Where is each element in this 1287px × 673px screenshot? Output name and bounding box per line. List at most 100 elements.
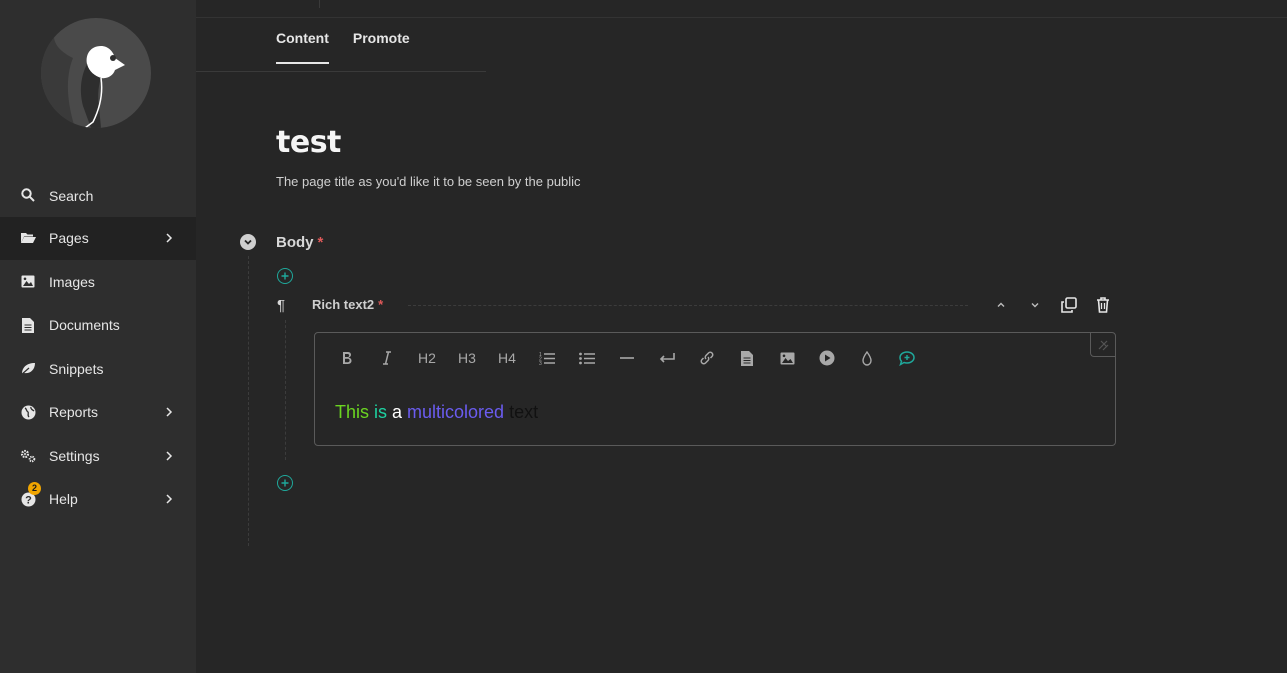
horizontal-rule-icon — [620, 357, 634, 359]
page-title-field[interactable]: test — [276, 125, 341, 160]
sidebar-item-documents[interactable]: Documents — [0, 304, 196, 348]
chevron-up-icon — [997, 302, 1005, 307]
bulleted-list-button[interactable] — [567, 347, 607, 369]
editor-toolbar: H2 H3 H4 123 — [327, 347, 927, 369]
svg-text:?: ? — [25, 494, 32, 506]
plus-icon — [281, 272, 289, 280]
block-header-divider — [408, 305, 968, 306]
folder-open-icon — [20, 230, 36, 246]
italic-icon — [383, 351, 391, 365]
sidebar-item-pages[interactable]: Pages — [0, 216, 196, 260]
body-label-text: Body — [276, 234, 314, 251]
sidebar: Search Pages Images Documents Snippets R… — [0, 0, 196, 673]
chevron-right-icon — [166, 407, 173, 417]
chevron-right-icon — [166, 233, 173, 243]
italic-button[interactable] — [367, 347, 407, 369]
move-down-button[interactable] — [1026, 296, 1044, 314]
document-icon — [741, 350, 753, 366]
text-run-a: a — [387, 402, 408, 422]
bold-icon — [343, 352, 352, 364]
link-button[interactable] — [687, 347, 727, 369]
sidebar-item-label: Snippets — [49, 360, 104, 377]
line-break-button[interactable] — [647, 347, 687, 369]
required-marker: * — [317, 234, 324, 251]
ordered-list-icon: 123 — [539, 352, 555, 365]
document-link-button[interactable] — [727, 347, 767, 369]
header-border — [196, 17, 1287, 18]
play-icon — [819, 350, 835, 366]
editor-corner-handle[interactable] — [1090, 333, 1115, 357]
sidebar-item-label: Help — [49, 491, 78, 508]
heading-4-button[interactable]: H4 — [487, 347, 527, 369]
heading-3-button[interactable]: H3 — [447, 347, 487, 369]
tab-promote[interactable]: Promote — [353, 30, 410, 64]
svg-text:3: 3 — [539, 361, 542, 365]
block-label-text: Rich text2 — [312, 297, 375, 312]
help-badge: 2 — [28, 481, 41, 495]
return-icon — [659, 353, 675, 363]
chevron-right-icon — [166, 494, 173, 504]
text-run-is: is — [369, 402, 388, 422]
color-button[interactable] — [847, 347, 887, 369]
chevron-right-icon — [166, 451, 173, 461]
sidebar-item-help[interactable]: ? 2 Help — [0, 478, 196, 522]
text-run-this: This — [335, 402, 370, 422]
editor-content[interactable]: This is a multicolored text — [335, 402, 538, 423]
sidebar-item-search[interactable]: Search — [0, 173, 196, 217]
delete-block-button[interactable] — [1094, 296, 1112, 314]
plus-icon — [281, 479, 289, 487]
bold-button[interactable] — [327, 347, 367, 369]
collapse-body-button[interactable] — [240, 234, 256, 250]
globe-icon — [20, 404, 36, 420]
chevron-down-icon — [1031, 303, 1039, 308]
heading-2-button[interactable]: H2 — [407, 347, 447, 369]
text-run-text: text — [504, 402, 539, 422]
copy-icon — [1061, 297, 1077, 313]
numbered-list-button[interactable]: 123 — [527, 347, 567, 369]
search-icon — [20, 187, 36, 203]
sidebar-item-reports[interactable]: Reports — [0, 391, 196, 435]
page-title-help-text: The page title as you'd like it to be se… — [276, 174, 581, 189]
unordered-list-icon — [579, 352, 595, 364]
sidebar-item-settings[interactable]: Settings — [0, 434, 196, 478]
add-comment-button[interactable] — [887, 347, 927, 369]
insert-image-button[interactable] — [767, 347, 807, 369]
move-up-button[interactable] — [992, 296, 1010, 314]
cogs-icon — [20, 448, 36, 464]
add-block-button[interactable] — [277, 268, 293, 284]
sidebar-item-label: Settings — [49, 447, 100, 464]
tab-bar: Content Promote — [276, 30, 434, 64]
sidebar-item-snippets[interactable]: Snippets — [0, 347, 196, 391]
wagtail-logo[interactable] — [41, 18, 151, 128]
block-guide-line — [285, 320, 286, 460]
image-icon — [780, 352, 794, 364]
droplet-icon — [862, 350, 872, 366]
insert-media-button[interactable] — [807, 347, 847, 369]
sidebar-item-label: Documents — [49, 317, 120, 334]
header-divider — [319, 0, 320, 8]
link-icon — [700, 351, 714, 365]
rich-text-editor[interactable]: H2 H3 H4 123 This is a multicolored text — [314, 332, 1116, 446]
body-field-label: Body * — [276, 234, 323, 251]
required-marker: * — [378, 297, 384, 312]
text-run-multicolored: multicolored — [407, 402, 505, 422]
tab-bar-border — [196, 71, 486, 72]
add-block-button[interactable] — [277, 475, 293, 491]
trash-icon — [1097, 297, 1109, 313]
chevron-down-icon — [244, 239, 252, 245]
leaf-icon — [20, 361, 36, 377]
main-nav: Search Pages Images Documents Snippets R… — [0, 173, 196, 521]
horizontal-line-button[interactable] — [607, 347, 647, 369]
sidebar-item-label: Pages — [49, 230, 89, 247]
stream-guide-line — [248, 256, 249, 546]
comment-add-icon — [899, 350, 915, 366]
block-label: Rich text2 * — [312, 297, 383, 312]
image-icon — [20, 274, 36, 290]
pin-icon — [1098, 340, 1109, 350]
main-content: Content Promote test The page title as y… — [196, 0, 1287, 673]
pilcrow-icon: ¶ — [277, 297, 286, 314]
duplicate-button[interactable] — [1060, 296, 1078, 314]
sidebar-item-label: Images — [49, 273, 95, 290]
tab-content[interactable]: Content — [276, 30, 329, 64]
sidebar-item-images[interactable]: Images — [0, 260, 196, 304]
